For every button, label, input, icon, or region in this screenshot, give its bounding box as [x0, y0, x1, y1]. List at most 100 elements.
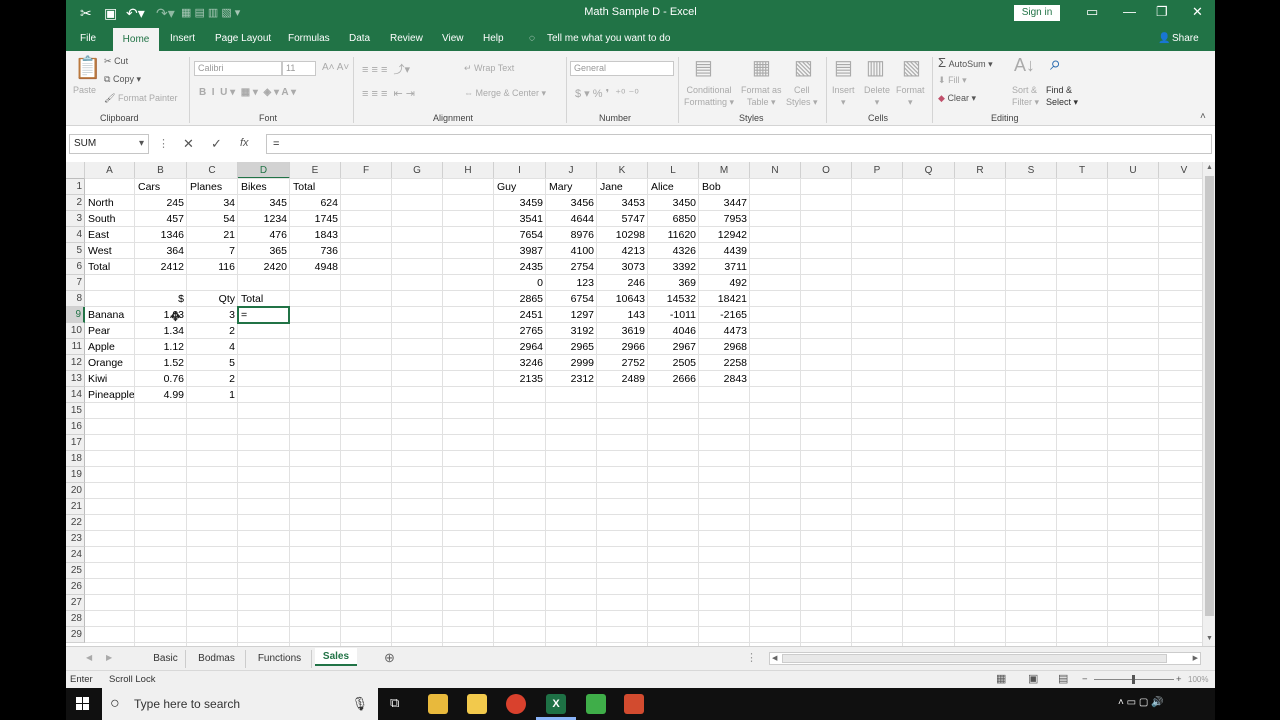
copy-button[interactable]: ⧉ Copy ▾ — [104, 74, 141, 85]
cell-styles-icon[interactable]: ▧ — [794, 55, 813, 80]
normal-view-icon[interactable]: ▦ — [996, 671, 1006, 688]
font-name-combo[interactable]: Calibri — [194, 61, 282, 76]
fill-label: Fill — [948, 75, 960, 85]
scroll-up-icon[interactable]: ▲ — [1206, 164, 1213, 171]
sort-filter-icon[interactable]: A↓ — [1014, 55, 1035, 76]
sheet-tab-bodmas[interactable]: Bodmas — [188, 650, 246, 668]
conditional-formatting-icon[interactable]: ▤ — [694, 55, 713, 80]
sheet-nav-next-icon[interactable]: ▶ — [106, 653, 112, 662]
tell-me-input[interactable]: Tell me what you want to do — [547, 33, 670, 44]
find-select-icon[interactable]: ⌕ — [1050, 53, 1061, 76]
zoom-in-icon[interactable]: + — [1176, 671, 1182, 688]
add-sheet-icon[interactable]: ⊕ — [384, 650, 395, 666]
format-painter-label: Format Painter — [117, 93, 178, 103]
scroll-right-icon[interactable]: ▶ — [1193, 654, 1198, 662]
sheet-nav-prev-icon[interactable]: ◀ — [86, 653, 92, 662]
sheet-tab-functions[interactable]: Functions — [248, 650, 312, 668]
horizontal-scrollbar[interactable]: ◀ ▶ — [769, 652, 1201, 665]
format-as-table-button[interactable]: Format as Table ▾ — [741, 84, 782, 108]
formula-input[interactable]: = — [266, 134, 1212, 154]
tab-file[interactable]: File — [80, 33, 96, 44]
scroll-thumb[interactable] — [1205, 176, 1214, 616]
ribbon-home: 📋 Paste ✂ Cut ⧉ Copy ▾ 🖌 Format Painter … — [66, 51, 1215, 126]
cut-button[interactable]: ✂ Cut — [104, 56, 128, 67]
insert-cells-button[interactable]: Insert ▾ — [832, 84, 855, 108]
formatting-label: Formatting — [684, 97, 728, 107]
zoom-out-icon[interactable]: − — [1082, 671, 1088, 688]
zoom-level[interactable]: 100% — [1188, 671, 1208, 688]
worksheet-grid[interactable]: ABCDEFGHIJKLMNOPQRSTUV 1 2 3 4 5 6 7 8 9 10 11 12 13… — [66, 162, 1206, 646]
number-format-icons[interactable]: $ ▾ % ❜ ⁺⁰ ⁻⁰ — [575, 87, 639, 100]
font-grow-shrink-icons[interactable]: A˄ A˅ — [322, 62, 349, 73]
merge-center-button[interactable]: ⇔ Merge & Center ▾ — [464, 88, 546, 99]
copy-label: Copy — [112, 74, 134, 84]
system-tray-icons[interactable]: ˄ ▭ ▢ 🔊 — [1118, 697, 1164, 708]
taskbar-search-box[interactable]: ○ Type here to search 🎙 — [102, 688, 378, 720]
bold-italic-underline-icons[interactable]: B I U ▾ ▦ ▾ ◈ ▾ A ▾ — [199, 87, 296, 98]
cancel-entry-icon[interactable]: ✕ — [183, 136, 194, 152]
insert-cells-icon[interactable]: ▤ — [834, 55, 853, 80]
wrap-text-button[interactable]: ↵ Wrap Text — [464, 63, 514, 74]
tab-page-layout[interactable]: Page Layout — [215, 33, 271, 44]
windows-start-icon[interactable] — [76, 697, 90, 711]
recorder-icon[interactable] — [624, 694, 644, 714]
camtasia-icon[interactable] — [586, 694, 606, 714]
tab-view[interactable]: View — [442, 33, 464, 44]
tab-insert[interactable]: Insert — [170, 33, 195, 44]
sort-filter-button[interactable]: Sort & Filter ▾ — [1012, 84, 1039, 108]
horizontal-align-icons[interactable]: ≡ ≡ ≡ ⇤ ⇥ — [362, 87, 415, 100]
delete-cells-icon[interactable]: ▥ — [866, 55, 885, 80]
number-format-combo[interactable]: General — [570, 61, 674, 76]
hscroll-thumb[interactable] — [782, 654, 1167, 663]
enter-entry-icon[interactable]: ✓ — [211, 136, 222, 152]
tab-split-handle-icon[interactable]: ⋮ — [746, 651, 757, 664]
paste-icon[interactable]: 📋 — [74, 55, 101, 81]
conditional-formatting-button[interactable]: Conditional Formatting ▾ — [684, 84, 734, 108]
task-view-icon[interactable]: ⧉ — [390, 695, 399, 711]
chrome-icon[interactable] — [506, 694, 526, 714]
tab-data[interactable]: Data — [349, 33, 370, 44]
cell-styles-button[interactable]: Cell Styles ▾ — [786, 84, 818, 108]
sign-in-button[interactable]: Sign in — [1014, 5, 1060, 21]
ribbon-tab-row: File Home Insert Page Layout Formulas Da… — [66, 26, 1215, 51]
page-layout-view-icon[interactable]: ▣ — [1028, 671, 1038, 688]
find-select-button[interactable]: Find & Select ▾ — [1046, 84, 1078, 108]
file-explorer-icon[interactable] — [428, 694, 448, 714]
fill-button[interactable]: ⬇ Fill ▾ — [938, 75, 967, 86]
share-icon[interactable]: 👤 — [1158, 33, 1170, 44]
delete-cells-button[interactable]: Delete ▾ — [864, 84, 890, 108]
excel-taskbar-icon[interactable]: X — [546, 694, 566, 714]
format-cells-button[interactable]: Format ▾ — [896, 84, 925, 108]
name-box[interactable]: SUM ▾ — [69, 134, 149, 154]
collapse-ribbon-icon[interactable]: ˄ — [1200, 111, 1206, 122]
tab-formulas[interactable]: Formulas — [288, 33, 330, 44]
page-break-view-icon[interactable]: ▤ — [1058, 671, 1068, 688]
format-as-table-icon[interactable]: ▦ — [752, 55, 771, 80]
format-painter-button[interactable]: 🖌 Format Painter — [104, 93, 177, 104]
format-cells-icon[interactable]: ▧ — [902, 55, 921, 80]
eraser-icon: ◆ — [938, 93, 945, 103]
paste-button[interactable]: Paste — [73, 85, 96, 95]
ribbon-display-icon[interactable]: ▭ — [1086, 4, 1098, 20]
scroll-down-icon[interactable]: ▼ — [1206, 635, 1213, 642]
scroll-left-icon[interactable]: ◀ — [772, 654, 777, 662]
insert-function-icon[interactable]: fx — [240, 137, 249, 149]
zoom-slider-thumb[interactable] — [1132, 675, 1135, 684]
minimize-icon[interactable]: — — [1123, 4, 1136, 19]
vertical-align-icons[interactable]: ≡ ≡ ≡ ⤴▾ — [362, 61, 410, 77]
microphone-icon[interactable]: 🎙 — [351, 688, 368, 720]
vertical-scrollbar[interactable]: ▲ ▼ — [1202, 162, 1215, 646]
maximize-icon[interactable]: ❐ — [1156, 4, 1168, 20]
sheet-tab-basic[interactable]: Basic — [146, 650, 186, 668]
font-size-combo[interactable]: 11 — [282, 61, 316, 76]
autosum-button[interactable]: Σ AutoSum ▾ — [938, 55, 993, 70]
sticky-notes-icon[interactable] — [467, 694, 487, 714]
share-button[interactable]: Share — [1172, 33, 1199, 44]
editing-group-label: Editing — [991, 113, 1019, 123]
tab-help[interactable]: Help — [483, 33, 504, 44]
clear-button[interactable]: ◆ Clear ▾ — [938, 93, 976, 104]
tab-home[interactable]: Home — [113, 28, 159, 51]
tab-review[interactable]: Review — [390, 33, 423, 44]
sheet-tab-sales[interactable]: Sales — [315, 648, 357, 666]
close-icon[interactable]: ✕ — [1192, 4, 1203, 20]
